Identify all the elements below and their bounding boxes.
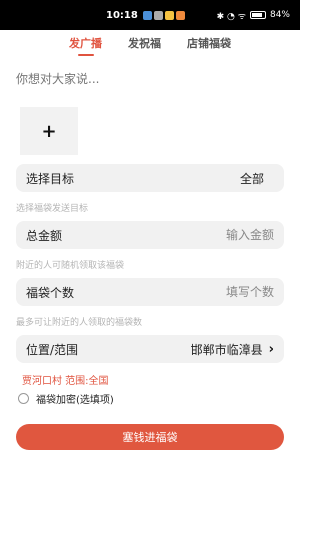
battery-icon [249, 11, 266, 19]
count-input[interactable] [184, 285, 274, 299]
location-value: 邯郸市临漳县 [190, 342, 263, 357]
target-selector[interactable]: 选择目标 全部 [16, 164, 284, 192]
target-value: 全部 [239, 171, 264, 186]
battery-percent: 84% [269, 10, 290, 20]
count-row: 福袋个数 [16, 278, 284, 306]
amount-label: 总金额 [26, 228, 63, 243]
status-bar: 10:18 ✱ ◔ ᯤ 84% [0, 0, 300, 30]
location-label: 位置/范围 [26, 342, 79, 357]
encrypt-label: 福袋加密(选填项) [36, 395, 114, 406]
target-hint: 选择福袋发送目标 [16, 204, 89, 214]
notification-icons [142, 10, 185, 20]
notification-icon [142, 10, 152, 20]
chevron-right-icon: › [268, 341, 274, 357]
tab-bar: 发广播 发祝福 店铺福袋 [0, 30, 300, 56]
signal-icon: ✱ ◔ ᯤ [216, 11, 246, 22]
notification-icon [164, 10, 174, 20]
location-info: 贾河口村 范围:全国 [22, 376, 109, 387]
tab-shop-lucky-bag[interactable]: 店铺福袋 [185, 35, 233, 51]
status-right: ✱ ◔ ᯤ 84% [217, 9, 290, 22]
count-hint: 最多可让附近的人领取的福袋数 [16, 318, 143, 328]
amount-hint: 附近的人可随机领取该福袋 [16, 261, 125, 271]
encrypt-radio[interactable] [18, 393, 29, 404]
count-label: 福袋个数 [26, 285, 75, 300]
notification-icon [175, 10, 185, 20]
encrypt-option[interactable]: 福袋加密(选填项) [18, 391, 114, 406]
target-label: 选择目标 [26, 171, 75, 186]
amount-row: 总金额 [16, 221, 284, 249]
plus-icon: + [41, 120, 57, 142]
message-input[interactable] [16, 64, 284, 94]
location-selector[interactable]: 位置/范围 邯郸市临漳县 › [16, 335, 284, 363]
status-time: 10:18 [106, 9, 138, 21]
add-image-button[interactable]: + [20, 107, 78, 155]
amount-input[interactable] [184, 228, 274, 242]
tab-blessing[interactable]: 发祝福 [126, 35, 163, 51]
tab-broadcast[interactable]: 发广播 [67, 35, 104, 51]
notification-icon [153, 10, 163, 20]
submit-button[interactable]: 塞钱进福袋 [16, 424, 284, 450]
